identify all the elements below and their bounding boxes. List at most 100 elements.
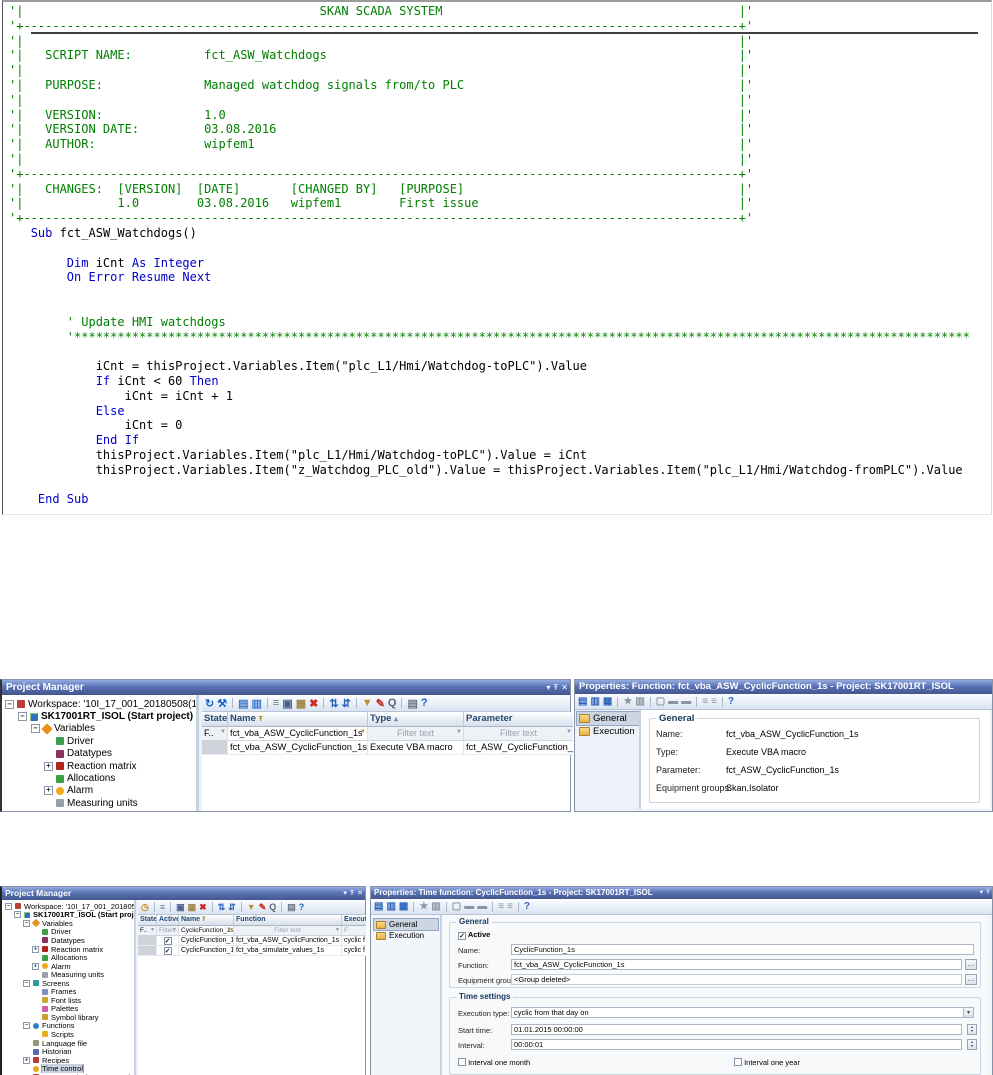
delete-icon[interactable]: ✖ <box>199 902 207 913</box>
funnel-icon[interactable]: ▼ <box>360 729 366 735</box>
funnel-icon[interactable]: ▼ <box>220 729 226 735</box>
tree-item-allocations[interactable]: Allocations <box>2 772 196 784</box>
tree-item-variables[interactable]: − Variables <box>2 919 134 928</box>
column-header-function[interactable]: Function <box>234 915 342 926</box>
edit-pencil-icon[interactable]: ✎ <box>259 902 267 913</box>
compare-icon[interactable]: ▥ <box>635 696 644 707</box>
filter-state[interactable]: F.. ▼ <box>138 926 157 936</box>
collapse-icon[interactable]: − <box>31 724 40 734</box>
table-row[interactable]: ✓ CyclicFunction_1s.. fct_vba_simulate_v… <box>138 946 366 956</box>
table-new-icon[interactable]: ▤ <box>238 697 248 710</box>
tree-item-font-lists[interactable]: Font lists <box>2 996 134 1005</box>
help-icon[interactable]: ? <box>421 697 428 709</box>
collapse-icon[interactable]: − <box>23 979 30 987</box>
spin-down-icon[interactable]: ▾ <box>971 1043 973 1048</box>
edit-pencil-icon[interactable]: ✎ <box>376 697 385 710</box>
tree-item-functions[interactable]: − Functions <box>2 1022 134 1030</box>
tree-item-frames[interactable]: Frames <box>2 987 134 996</box>
table-row[interactable]: ✓ CyclicFunction_1s fct_vba_ASW_CyclicFu… <box>138 936 366 946</box>
cell-execution[interactable]: cyclic f <box>342 946 366 956</box>
export-icon[interactable]: ≡ <box>273 697 279 709</box>
tree-item-reaction-matrix[interactable]: + Reaction matrix <box>2 945 134 953</box>
interval-month-checkbox[interactable] <box>458 1058 466 1066</box>
browse-button[interactable]: … <box>965 959 977 970</box>
cell-state[interactable] <box>202 741 228 755</box>
tree-item-alarm[interactable]: + Alarm <box>2 962 134 970</box>
interval-year-checkbox[interactable] <box>734 1058 742 1066</box>
field-value[interactable]: Execute VBA macro <box>726 747 806 757</box>
tree-item-alarm[interactable]: + Alarm <box>2 785 196 797</box>
expand-icon[interactable]: + <box>44 786 53 796</box>
collapse-icon[interactable]: − <box>23 1022 30 1030</box>
sort-123-icon[interactable]: ⇅ <box>329 697 338 710</box>
collapse-icon[interactable]: − <box>18 712 27 722</box>
column-header-state[interactable]: State <box>202 712 228 727</box>
favorites-icon[interactable]: ★ <box>419 901 428 912</box>
view-page-icon[interactable]: ▥ <box>590 696 599 707</box>
column-header-active[interactable]: Active <box>157 915 179 926</box>
filter-name[interactable]: CyclicFunction_1s ▼ <box>179 926 234 936</box>
field2-icon[interactable]: ▬ <box>477 901 487 912</box>
view-print-icon[interactable]: ▦ <box>603 696 612 707</box>
list2-icon[interactable]: ≡ <box>711 696 717 707</box>
tree-item-variables[interactable]: − Variables <box>2 723 196 735</box>
funnel-icon[interactable]: ▼ <box>456 729 462 735</box>
expand-icon[interactable]: + <box>44 761 53 771</box>
favorites-icon[interactable]: ★ <box>623 696 632 707</box>
search-icon[interactable]: Q <box>269 902 276 912</box>
splitter[interactable] <box>440 915 442 1075</box>
field2-icon[interactable]: ▬ <box>681 696 691 707</box>
cell-execution[interactable]: cyclic f <box>342 936 366 946</box>
list-icon[interactable]: ≡ <box>498 901 504 912</box>
properties-titlebar[interactable]: Properties: Time function: CyclicFunctio… <box>371 887 992 899</box>
help-icon[interactable]: ? <box>524 901 530 912</box>
interval-input[interactable]: 00:00:01 <box>511 1039 962 1050</box>
tree-item-scripts[interactable]: Scripts <box>2 1030 134 1039</box>
filter-remove-icon[interactable]: ▼ <box>247 902 256 912</box>
tree-item-datatypes[interactable]: Datatypes <box>2 936 134 945</box>
column-header-name[interactable]: Name Ŧ <box>228 712 368 727</box>
tree-item-screens[interactable]: − Screens <box>2 979 134 987</box>
filter-type[interactable]: Filter text ▼ <box>368 727 464 741</box>
tree-item-measuring-units[interactable]: Measuring units <box>2 970 134 979</box>
paste-icon[interactable]: ▦ <box>188 902 197 913</box>
sort-123-icon[interactable]: ⇅ <box>218 902 226 913</box>
active-checkbox[interactable]: ✓ <box>458 932 466 940</box>
close-icon[interactable]: ✕ <box>357 887 363 900</box>
tree-item-language-file[interactable]: Language file <box>2 1039 134 1047</box>
properties-icon[interactable]: ▤ <box>287 902 296 913</box>
column-header-parameter[interactable]: Parameter <box>464 712 573 727</box>
tree-item-workspace-10i-17-001-20180508-1[interactable]: − Workspace: '10I_17_001_20180508(1) <box>2 698 196 710</box>
cell-active[interactable]: ✓ <box>157 936 179 946</box>
filter-function[interactable]: Filter text ▼ <box>234 926 342 936</box>
function-input[interactable]: fct_vba_ASW_CyclicFunction_1s <box>511 959 962 970</box>
column-header-type[interactable]: Type ▵ <box>368 712 464 727</box>
spin-down-icon[interactable]: ▾ <box>971 1028 973 1033</box>
view-print-icon[interactable]: ▦ <box>399 901 408 912</box>
tree-item-driver[interactable]: Driver <box>2 928 134 936</box>
sort-xml-icon[interactable]: ⇵ <box>228 902 236 913</box>
tree-item-sk17001rt-isol-start-project[interactable]: − SK17001RT_ISOL (Start project) <box>2 710 196 722</box>
sort-xml-icon[interactable]: ⇵ <box>342 697 351 710</box>
tree-item-reaction-matrix[interactable]: + Reaction matrix <box>2 760 196 772</box>
cell-function[interactable]: fct_vba_simulate_values_1s <box>234 946 342 956</box>
equipment-groups-input[interactable]: <Group deleted> <box>511 974 962 985</box>
tree-item-recipes[interactable]: + Recipes <box>2 1056 134 1064</box>
execution-type-select[interactable]: cyclic from that day on ▾ <box>511 1007 974 1018</box>
pin-icon[interactable]: Ŧ <box>350 887 354 900</box>
tree-item-historian[interactable]: Historian <box>2 1047 134 1056</box>
properties-titlebar[interactable]: Properties: Function: fct_vba_ASW_Cyclic… <box>575 680 992 694</box>
nav-item-general[interactable]: General <box>373 918 439 931</box>
cell-active[interactable]: ✓ <box>157 946 179 956</box>
funnel-icon[interactable]: ▼ <box>335 927 340 933</box>
filter-active[interactable]: Filter.. ▼ <box>157 926 179 936</box>
tree-item-driver[interactable]: Driver <box>2 735 196 747</box>
nav-item-execution[interactable]: Execution <box>577 725 639 738</box>
cell-name[interactable]: CyclicFunction_1s <box>179 936 234 946</box>
expand-icon[interactable]: + <box>32 945 39 953</box>
field-value[interactable]: Skan.Isolator <box>726 783 779 793</box>
cell-state[interactable] <box>138 936 157 946</box>
filter-name[interactable]: fct_vba_ASW_CyclicFunction_1s ▼ <box>228 727 368 741</box>
cell-parameter[interactable]: fct_ASW_CyclicFunction_1s <box>464 741 573 755</box>
tree-item-allocations[interactable]: Allocations <box>2 953 134 962</box>
